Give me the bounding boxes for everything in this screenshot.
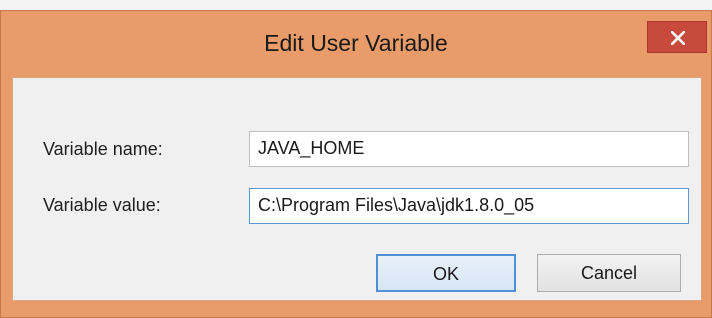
variable-value-input[interactable]: C:\Program Files\Java\jdk1.8.0_05 (249, 188, 689, 224)
variable-name-label: Variable name: (43, 139, 163, 159)
dialog-content: Variable name: JAVA_HOME Variable value:… (12, 77, 702, 301)
variable-name-input[interactable]: JAVA_HOME (249, 131, 689, 167)
close-button[interactable] (647, 21, 707, 53)
close-icon (671, 31, 685, 45)
variable-value-label: Variable value: (43, 195, 161, 215)
dialog-title: Edit User Variable (264, 30, 448, 56)
edit-user-variable-dialog: Edit User Variable Variable name: JAVA_H… (0, 10, 712, 318)
ok-button[interactable]: OK (376, 254, 516, 292)
cancel-button[interactable]: Cancel (537, 254, 681, 292)
title-bar[interactable]: Edit User Variable (1, 11, 711, 77)
